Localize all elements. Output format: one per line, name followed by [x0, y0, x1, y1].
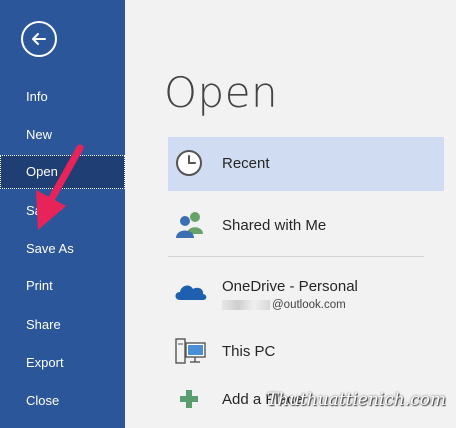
plus-icon	[180, 390, 198, 408]
clock-icon	[176, 150, 202, 176]
nav-export[interactable]: Export	[0, 347, 125, 379]
nav-save-as[interactable]: Save As	[0, 233, 125, 265]
nav-print[interactable]: Print	[0, 270, 125, 302]
place-recent-label: Recent	[222, 155, 270, 172]
nav-info[interactable]: Info	[0, 81, 125, 113]
back-button[interactable]	[21, 21, 57, 57]
place-shared-with-me[interactable]: Shared with Me	[168, 197, 444, 251]
place-onedrive-account: @outlook.com	[222, 299, 346, 311]
nav-close[interactable]: Close	[0, 385, 125, 417]
place-this-pc[interactable]: This PC	[168, 326, 444, 376]
computer-icon	[175, 338, 206, 364]
place-shared-label: Shared with Me	[222, 217, 327, 234]
place-onedrive-label: OneDrive - Personal	[222, 278, 358, 295]
nav-open[interactable]: Open	[0, 155, 125, 189]
cloud-icon	[175, 285, 207, 300]
nav-save[interactable]: Save	[0, 195, 125, 227]
page-title: Open	[164, 68, 279, 117]
place-recent[interactable]: Recent	[168, 137, 444, 191]
place-onedrive[interactable]: OneDrive - Personal @outlook.com	[168, 268, 444, 318]
redacted-email	[222, 299, 270, 310]
place-this-pc-label: This PC	[222, 343, 276, 360]
nav-new[interactable]: New	[0, 119, 125, 151]
separator	[168, 256, 424, 257]
watermark: Thuthuattienich.com	[266, 390, 446, 410]
back-arrow-icon	[32, 33, 46, 45]
nav-share[interactable]: Share	[0, 309, 125, 341]
people-icon	[176, 212, 203, 238]
backstage-sidebar: Info New Open Save Save As Print Share E…	[0, 0, 125, 428]
